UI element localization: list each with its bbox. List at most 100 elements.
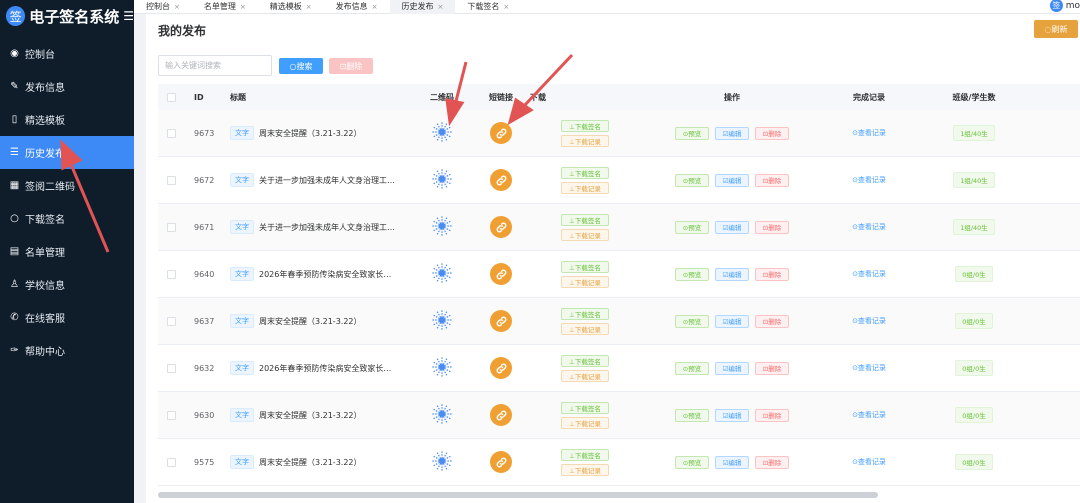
tab-3[interactable]: 发布信息 ×	[324, 0, 390, 14]
delete-button[interactable]: ⊡删除	[755, 267, 789, 281]
download-sign-button[interactable]: ⊥下载签名	[561, 260, 609, 273]
tab-5[interactable]: 下载签名 ×	[455, 0, 521, 14]
link-icon[interactable]	[490, 216, 512, 238]
row-checkbox[interactable]	[166, 363, 176, 373]
link-icon[interactable]	[490, 310, 512, 332]
edit-button[interactable]: ☑编辑	[715, 126, 749, 140]
preview-button[interactable]: ⊙预览	[675, 314, 709, 328]
preview-button[interactable]: ⊙预览	[675, 173, 709, 187]
download-sign-button[interactable]: ⊥下载签名	[561, 307, 609, 320]
edit-button[interactable]: ☑编辑	[715, 361, 749, 375]
link-icon[interactable]	[490, 451, 512, 473]
preview-button[interactable]: ⊙预览	[675, 361, 709, 375]
qrcode-icon[interactable]	[429, 448, 455, 476]
qrcode-icon[interactable]	[429, 354, 455, 382]
download-record-button[interactable]: ⊥下载记录	[561, 228, 609, 241]
sidebar-item-8[interactable]: ✆ 在线客服	[0, 301, 134, 334]
sidebar-item-6[interactable]: ▤ 名单管理	[0, 235, 134, 268]
row-checkbox[interactable]	[166, 316, 176, 326]
link-icon[interactable]	[490, 357, 512, 379]
link-icon[interactable]	[490, 122, 512, 144]
qrcode-icon[interactable]	[429, 260, 455, 288]
row-checkbox[interactable]	[166, 457, 176, 467]
delete-button[interactable]: ⊡删除	[755, 455, 789, 469]
preview-button[interactable]: ⊙预览	[675, 267, 709, 281]
download-record-button[interactable]: ⊥下载记录	[561, 181, 609, 194]
close-icon[interactable]: ×	[306, 3, 312, 11]
row-checkbox[interactable]	[166, 222, 176, 232]
download-record-button[interactable]: ⊥下载记录	[561, 134, 609, 147]
qrcode-icon[interactable]	[429, 307, 455, 335]
delete-button[interactable]: ⊡删除	[755, 408, 789, 422]
link-icon[interactable]	[490, 404, 512, 426]
close-icon[interactable]: ×	[438, 3, 444, 11]
sidebar-item-4[interactable]: ▦ 签阅二维码	[0, 169, 134, 202]
sidebar-item-9[interactable]: ✑ 帮助中心	[0, 334, 134, 367]
sidebar-item-3[interactable]: ☰ 历史发布	[0, 136, 134, 169]
delete-button[interactable]: ⊡删除	[755, 126, 789, 140]
horizontal-scrollbar[interactable]	[158, 492, 878, 498]
download-record-button[interactable]: ⊥下载记录	[561, 416, 609, 429]
menu-collapse-icon[interactable]: ☰	[123, 9, 134, 23]
sidebar-item-0[interactable]: ◉ 控制台	[0, 37, 134, 70]
view-record-link[interactable]: ⊙查看记录	[852, 175, 886, 185]
tab-1[interactable]: 名单管理 ×	[192, 0, 258, 14]
row-checkbox[interactable]	[166, 269, 176, 279]
download-record-button[interactable]: ⊥下载记录	[561, 369, 609, 382]
view-record-link[interactable]: ⊙查看记录	[852, 363, 886, 373]
download-record-button[interactable]: ⊥下载记录	[561, 275, 609, 288]
download-sign-button[interactable]: ⊥下载签名	[561, 354, 609, 367]
delete-button[interactable]: ⊡删除	[755, 220, 789, 234]
download-sign-button[interactable]: ⊥下载签名	[561, 213, 609, 226]
search-input[interactable]	[158, 55, 272, 76]
edit-button[interactable]: ☑编辑	[715, 455, 749, 469]
preview-button[interactable]: ⊙预览	[675, 408, 709, 422]
download-record-button[interactable]: ⊥下载记录	[561, 463, 609, 476]
delete-button[interactable]: ⊡删除	[755, 173, 789, 187]
close-icon[interactable]: ×	[503, 3, 509, 11]
preview-button[interactable]: ⊙预览	[675, 126, 709, 140]
qrcode-icon[interactable]	[429, 213, 455, 241]
bulk-delete-button[interactable]: ⊡删除	[329, 58, 373, 74]
view-record-link[interactable]: ⊙查看记录	[852, 316, 886, 326]
qrcode-icon[interactable]	[429, 166, 455, 194]
row-checkbox[interactable]	[166, 410, 176, 420]
select-all-checkbox[interactable]	[166, 92, 176, 102]
edit-button[interactable]: ☑编辑	[715, 220, 749, 234]
search-button[interactable]: ○搜索	[279, 58, 323, 74]
edit-button[interactable]: ☑编辑	[715, 173, 749, 187]
sidebar-item-5[interactable]: ○ 下载签名	[0, 202, 134, 235]
edit-button[interactable]: ☑编辑	[715, 267, 749, 281]
preview-button[interactable]: ⊙预览	[675, 455, 709, 469]
sidebar-item-2[interactable]: ▯ 精选模板	[0, 103, 134, 136]
view-record-link[interactable]: ⊙查看记录	[852, 222, 886, 232]
qrcode-icon[interactable]	[429, 401, 455, 429]
close-icon[interactable]: ×	[240, 3, 246, 11]
tab-2[interactable]: 精选模板 ×	[258, 0, 324, 14]
close-icon[interactable]: ×	[174, 3, 180, 11]
edit-button[interactable]: ☑编辑	[715, 314, 749, 328]
close-icon[interactable]: ×	[372, 3, 378, 11]
sidebar-item-1[interactable]: ✎ 发布信息	[0, 70, 134, 103]
link-icon[interactable]	[490, 263, 512, 285]
row-checkbox[interactable]	[166, 128, 176, 138]
tab-4[interactable]: 历史发布 ×	[389, 0, 456, 14]
view-record-link[interactable]: ⊙查看记录	[852, 410, 886, 420]
delete-button[interactable]: ⊡删除	[755, 361, 789, 375]
view-record-link[interactable]: ⊙查看记录	[852, 269, 886, 279]
download-record-button[interactable]: ⊥下载记录	[561, 322, 609, 335]
download-sign-button[interactable]: ⊥下载签名	[561, 401, 609, 414]
view-record-link[interactable]: ⊙查看记录	[852, 128, 886, 138]
tab-0[interactable]: 控制台 ×	[134, 0, 192, 14]
qrcode-icon[interactable]	[429, 119, 455, 147]
link-icon[interactable]	[490, 169, 512, 191]
download-sign-button[interactable]: ⊥下载签名	[561, 448, 609, 461]
delete-button[interactable]: ⊡删除	[755, 314, 789, 328]
refresh-button[interactable]: ◌刷新	[1034, 20, 1078, 38]
download-sign-button[interactable]: ⊥下载签名	[561, 119, 609, 132]
download-sign-button[interactable]: ⊥下载签名	[561, 166, 609, 179]
sidebar-item-7[interactable]: ♙ 学校信息	[0, 268, 134, 301]
row-checkbox[interactable]	[166, 175, 176, 185]
preview-button[interactable]: ⊙预览	[675, 220, 709, 234]
edit-button[interactable]: ☑编辑	[715, 408, 749, 422]
